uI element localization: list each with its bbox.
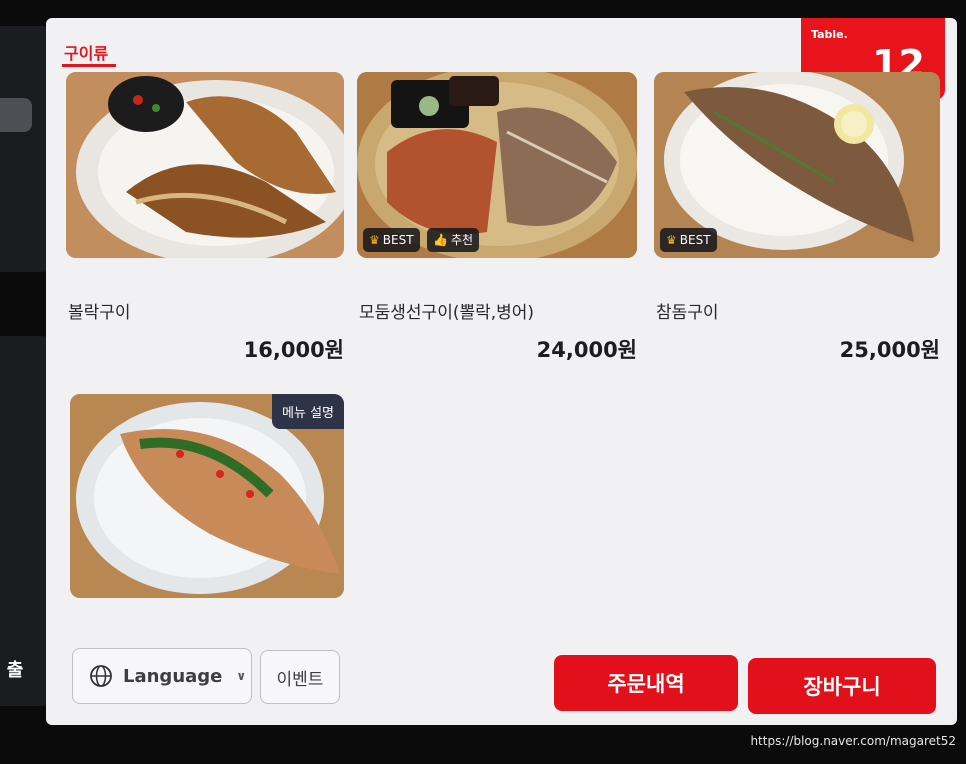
event-button[interactable]: 이벤트 bbox=[260, 650, 340, 704]
language-button[interactable]: Language ∨ bbox=[72, 648, 252, 704]
menu-name: 모둠생선구이(뽈락,병어) bbox=[359, 303, 535, 323]
menu-image-assorted-fish[interactable]: ♛ BEST 👍 추천 bbox=[357, 72, 637, 258]
order-history-button[interactable]: 주문내역 bbox=[554, 655, 738, 711]
best-tag: ♛ BEST bbox=[363, 228, 420, 252]
thumbs-up-icon: 👍 bbox=[433, 233, 448, 247]
recommend-tag: 👍 추천 bbox=[427, 228, 480, 252]
left-side-panel-top bbox=[0, 26, 50, 272]
globe-icon bbox=[90, 665, 112, 687]
menu-image-bollak[interactable] bbox=[66, 72, 344, 258]
category-tab-grill[interactable]: 구이류 bbox=[64, 40, 108, 64]
menu-card-steamed-fish[interactable]: 메뉴 설명 bbox=[70, 394, 344, 598]
chevron-down-icon: ∨ bbox=[236, 669, 247, 683]
best-tag: ♛ BEST bbox=[660, 228, 717, 252]
language-button-label: Language bbox=[123, 665, 223, 687]
menu-name: 참돔구이 bbox=[656, 303, 719, 323]
best-tag-label: BEST bbox=[382, 233, 414, 247]
exit-button-label[interactable]: 출 bbox=[0, 656, 30, 682]
category-tab-indicator bbox=[62, 64, 116, 67]
menu-price: 24,000원 bbox=[536, 338, 637, 362]
menu-card-bollak[interactable]: 볼락구이 16,000원 bbox=[66, 72, 344, 372]
menu-card-red-snapper[interactable]: ♛ BEST 참돔구이 25,000원 bbox=[654, 72, 940, 372]
recommend-tag-label: 추천 bbox=[450, 233, 474, 247]
menu-price: 16,000원 bbox=[243, 338, 344, 362]
menu-name-partial bbox=[70, 632, 200, 642]
menu-name: 볼락구이 bbox=[68, 303, 131, 323]
menu-image-red-snapper[interactable]: ♛ BEST bbox=[654, 72, 940, 258]
menu-card-assorted-fish[interactable]: ♛ BEST 👍 추천 모둠생선구이(뽈락,병어) 24,000원 bbox=[357, 72, 637, 372]
watermark: https://blog.naver.com/magaret52 bbox=[750, 734, 956, 748]
menu-price: 25,000원 bbox=[839, 338, 940, 362]
crown-icon: ♛ bbox=[666, 233, 677, 247]
crown-icon: ♛ bbox=[369, 233, 380, 247]
left-side-panel-bottom bbox=[0, 336, 50, 706]
menu-description-button[interactable]: 메뉴 설명 bbox=[272, 394, 344, 429]
kiosk-screen: 구이류 Table. 12 볼락구이 16,000원 ♛ BEST 👍 추천 모… bbox=[46, 18, 957, 725]
table-label: Table. bbox=[811, 28, 848, 41]
left-side-tab[interactable] bbox=[0, 98, 32, 132]
cart-button[interactable]: 장바구니 bbox=[748, 658, 936, 714]
menu-image-steamed-fish[interactable]: 메뉴 설명 bbox=[70, 394, 344, 598]
best-tag-label: BEST bbox=[679, 233, 711, 247]
